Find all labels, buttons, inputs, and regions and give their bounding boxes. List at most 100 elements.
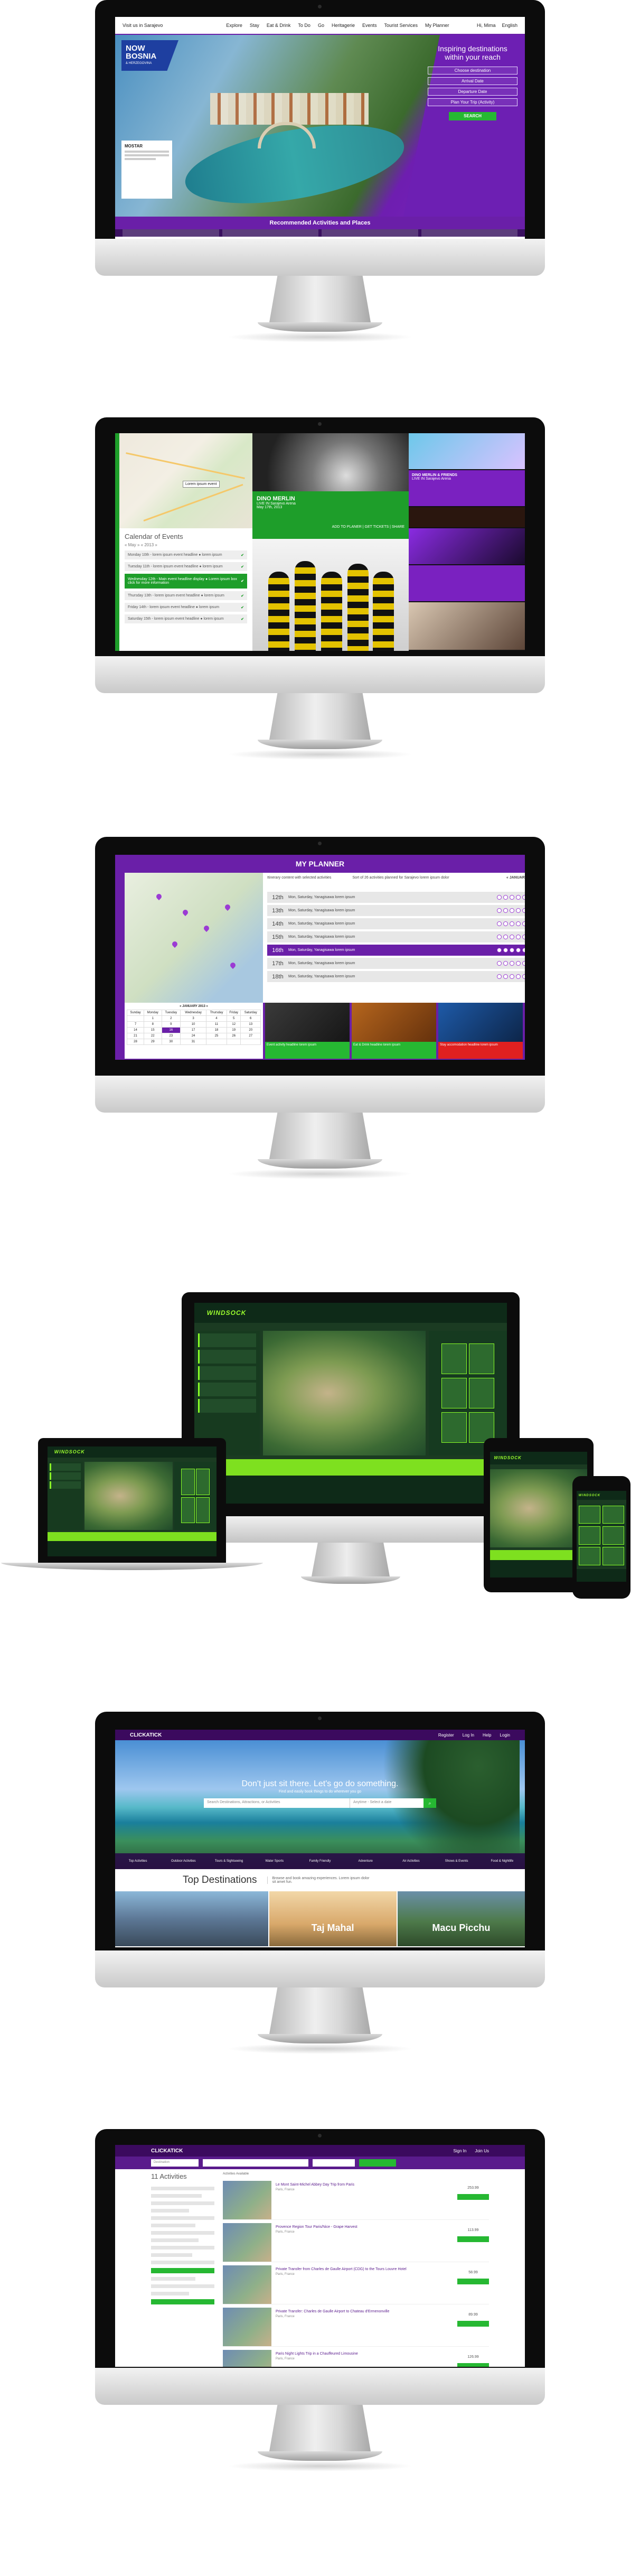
result-title[interactable]: Le Mont Saint-Michel Abbey Day Trip from… — [276, 2183, 453, 2187]
nav-tourist-services[interactable]: Tourist Services — [384, 23, 418, 28]
result-title[interactable]: Private Transfer: Charles de Gaulle Airp… — [276, 2310, 453, 2313]
calendar-day[interactable]: 27 — [240, 1033, 261, 1039]
destination-card[interactable]: Macu Picchu — [397, 1891, 525, 1946]
planner-tile[interactable]: Stay accomodation headline lorem ipsum — [438, 1003, 523, 1059]
result-title[interactable]: Provence Region Tour Paris/Nice - Grape … — [276, 2225, 453, 2229]
weather-tile[interactable] — [469, 1343, 495, 1374]
category-item[interactable]: Food & Nightlife — [486, 1860, 518, 1863]
calendar-day[interactable]: 1 — [144, 1015, 162, 1022]
itinerary-day[interactable]: 17th Mon, Saturday, Yanagisawa lorem ipsu… — [267, 958, 525, 969]
category-item[interactable]: Shows & Events — [441, 1860, 473, 1863]
weather-tile[interactable] — [441, 1412, 467, 1443]
nav-stay[interactable]: Stay — [250, 23, 259, 28]
app-logo[interactable]: WINDSOCK — [207, 1309, 247, 1317]
category-item[interactable]: Top Activities — [122, 1860, 154, 1863]
event-row[interactable]: Friday 14th - lorem ipsum event headline… — [125, 603, 247, 612]
result-row[interactable]: Provence Region Tour Paris/Nice - Grape … — [223, 2223, 489, 2262]
result-row[interactable]: Private Transfer: Charles de Gaulle Airp… — [223, 2308, 489, 2347]
calendar-day[interactable]: 5 — [226, 1015, 241, 1022]
add-to-planner-link[interactable]: ADD TO PLANER — [332, 525, 362, 529]
weather-tile[interactable] — [441, 1378, 467, 1408]
register-link[interactable]: Register — [438, 1733, 454, 1738]
month-selector[interactable]: « JANUARY » — [506, 876, 525, 892]
result-title[interactable]: Private Transfer from Charles de Gaulle … — [276, 2267, 453, 2271]
logo[interactable]: CLICKATICK — [130, 1732, 162, 1738]
event-row[interactable]: Tuesday 11th - lorem ipsum event headlin… — [125, 562, 247, 571]
book-button[interactable] — [457, 2279, 489, 2284]
date-input[interactable]: Anytime - Select a date — [350, 1798, 423, 1808]
filter-option[interactable] — [151, 2292, 189, 2295]
filter-option[interactable] — [151, 2209, 189, 2213]
account-link[interactable]: Login — [500, 1733, 510, 1738]
sign-in-link[interactable]: Sign In — [453, 2149, 466, 2153]
sidebar-item[interactable] — [198, 1366, 256, 1380]
calendar-day[interactable]: 4 — [205, 1015, 227, 1022]
weather-tile[interactable] — [602, 1526, 625, 1545]
events-map[interactable]: Lorem ipsum event — [115, 433, 252, 528]
weather-tile[interactable] — [441, 1343, 467, 1374]
nav-my-planner[interactable]: My Planner — [425, 23, 449, 28]
map-pin-icon[interactable] — [171, 940, 179, 948]
calendar-day[interactable]: 9 — [161, 1021, 181, 1028]
map-pin-icon[interactable] — [223, 903, 232, 911]
nav-explore[interactable]: Explore — [226, 23, 242, 28]
calendar-day[interactable]: 18 — [205, 1027, 227, 1033]
calendar-day[interactable]: 25 — [205, 1033, 227, 1039]
calendar-day[interactable]: 26 — [226, 1033, 241, 1039]
weather-tile[interactable] — [181, 1497, 195, 1524]
calendar-day[interactable]: 17 — [180, 1027, 206, 1033]
join-link[interactable]: Join Us — [475, 2149, 489, 2153]
calendar-day[interactable]: 2 — [161, 1015, 181, 1022]
weather-tile[interactable] — [181, 1468, 195, 1495]
search-icon[interactable]: ⌕ — [423, 1798, 436, 1808]
itinerary-day[interactable]: 14th Mon, Saturday, Yanagisawa lorem ipsu… — [267, 918, 525, 929]
calendar-day[interactable]: 30 — [161, 1039, 181, 1045]
login-link[interactable]: Log In — [463, 1733, 474, 1738]
nav-to-do[interactable]: To Do — [298, 23, 310, 28]
sidebar-item[interactable] — [198, 1350, 256, 1364]
band-photo[interactable] — [252, 539, 409, 651]
result-row[interactable]: Le Mont Saint-Michel Abbey Day Trip from… — [223, 2181, 489, 2220]
weather-tile[interactable] — [469, 1378, 495, 1408]
nav-go[interactable]: Go — [318, 23, 324, 28]
filter-option[interactable] — [151, 2277, 195, 2281]
result-image[interactable] — [223, 2265, 271, 2304]
card[interactable] — [322, 229, 418, 237]
get-tickets-link[interactable]: GET TICKETS — [365, 525, 389, 529]
app-logo[interactable]: WINDSOCK — [579, 1494, 600, 1497]
filter-option[interactable] — [151, 2238, 199, 2242]
weather-tile[interactable] — [196, 1497, 210, 1524]
departure-field[interactable]: Departure Date — [428, 88, 517, 96]
calendar-month[interactable]: « May » « 2013 » — [125, 543, 247, 547]
destination-input[interactable]: Destination — [151, 2159, 199, 2167]
filter-option[interactable] — [151, 2201, 214, 2205]
calendar-day[interactable]: 31 — [180, 1039, 206, 1045]
nav-eat-drink[interactable]: Eat & Drink — [267, 23, 291, 28]
calendar-day[interactable]: 3 — [180, 1015, 206, 1022]
result-title[interactable]: Paris Night Lights Trip in a Chauffeured… — [276, 2352, 453, 2356]
weather-tile[interactable] — [602, 1547, 625, 1565]
calendar-day[interactable]: 7 — [127, 1021, 144, 1028]
planner-tile[interactable]: Eat & Drink headline lorem ipsum — [352, 1003, 436, 1059]
sidebar-item[interactable] — [50, 1463, 81, 1471]
calendar-day[interactable]: 15 — [144, 1027, 162, 1033]
filter-option[interactable] — [151, 2216, 214, 2220]
map-pin-icon[interactable] — [202, 924, 211, 932]
side-photo[interactable] — [409, 507, 525, 528]
calendar-day[interactable]: 12 — [226, 1021, 241, 1028]
category-item[interactable]: Tours & Sightseeing — [213, 1860, 245, 1863]
result-image[interactable] — [223, 2181, 271, 2219]
event-row[interactable]: Saturday 15th - lorem ipsum event headli… — [125, 614, 247, 623]
user-menu[interactable]: Hi, Mima — [477, 23, 496, 28]
itinerary-day[interactable]: 12th Mon, Saturday, Yanagisawa lorem ipsu… — [267, 892, 525, 903]
weather-tile[interactable] — [602, 1505, 625, 1524]
share-link[interactable]: SHARE — [392, 525, 404, 529]
date-input[interactable] — [313, 2159, 355, 2167]
app-logo[interactable]: WINDSOCK — [494, 1455, 521, 1460]
calendar-day[interactable]: 24 — [180, 1033, 206, 1039]
card[interactable] — [421, 229, 517, 237]
filter-option[interactable] — [151, 2284, 214, 2288]
calendar-day[interactable]: 22 — [144, 1033, 162, 1039]
category-item[interactable]: Outdoor Activities — [167, 1860, 199, 1863]
category-item[interactable]: Adventure — [350, 1860, 381, 1863]
